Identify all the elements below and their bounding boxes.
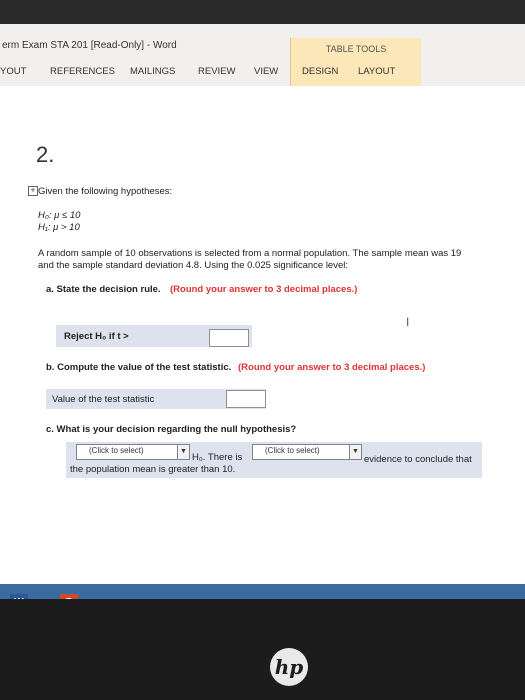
taskbar: W P	[0, 584, 525, 599]
alternative-hypothesis: H₁: μ > 10	[38, 222, 80, 233]
part-b-note: (Round your answer to 3 decimal places.)	[238, 362, 426, 373]
tab-references[interactable]: REFERENCES	[50, 66, 115, 77]
ribbon: erm Exam STA 201 [Read-Only] - Word TABL…	[0, 24, 525, 86]
null-hypothesis: H₀: μ ≤ 10	[38, 210, 81, 221]
evidence-select-value: (Click to select)	[265, 446, 320, 455]
decision-select-value: (Click to select)	[89, 446, 144, 455]
monitor-top-bezel	[0, 0, 525, 24]
window-title: erm Exam STA 201 [Read-Only] - Word	[2, 40, 177, 51]
decision-select[interactable]: (Click to select) ▼	[76, 444, 190, 460]
tab-design[interactable]: DESIGN	[302, 66, 338, 77]
evidence-text: evidence to conclude that	[364, 454, 472, 465]
table-tools-group: TABLE TOOLS	[290, 38, 421, 86]
h0-there-is-text: H₀. There is	[192, 452, 243, 463]
part-a-label: a. State the decision rule.	[46, 284, 161, 295]
question-number: 2.	[36, 142, 55, 167]
chevron-down-icon: ▼	[177, 445, 189, 459]
table-move-handle-icon[interactable]: +	[28, 186, 38, 196]
part-a-note: (Round your answer to 3 decimal places.)	[170, 284, 358, 295]
screen: erm Exam STA 201 [Read-Only] - Word TABL…	[0, 24, 525, 599]
tab-layout[interactable]: LAYOUT	[358, 66, 395, 77]
tab-view[interactable]: VIEW	[254, 66, 278, 77]
problem-paragraph-line2: and the sample standard deviation 4.8. U…	[38, 260, 349, 271]
hp-logo: hp	[270, 648, 308, 686]
document-page: 2. + Given the following hypotheses: H₀:…	[0, 86, 525, 591]
intro-text: Given the following hypotheses:	[38, 186, 173, 197]
table-tools-label: TABLE TOOLS	[325, 44, 387, 54]
tab-mailings[interactable]: MAILINGS	[130, 66, 175, 77]
test-statistic-label: Value of the test statistic	[52, 394, 155, 405]
conclusion-text: the population mean is greater than 10.	[70, 464, 236, 475]
test-statistic-input[interactable]	[226, 390, 266, 408]
chevron-down-icon: ▼	[349, 445, 361, 459]
problem-paragraph-line1: A random sample of 10 observations is se…	[38, 248, 462, 259]
part-c-label: c. What is your decision regarding the n…	[46, 424, 297, 435]
tab-review[interactable]: REVIEW	[198, 66, 235, 77]
decision-rule-input[interactable]	[209, 329, 249, 347]
powerpoint-taskbar-icon[interactable]: P	[60, 594, 78, 599]
text-cursor-icon: I	[406, 315, 410, 329]
tab-layout-page[interactable]: YOUT	[0, 66, 26, 77]
word-taskbar-icon[interactable]: W	[10, 594, 28, 599]
part-b-label: b. Compute the value of the test statist…	[46, 362, 232, 373]
reject-label: Reject H₀ if t >	[64, 331, 129, 342]
evidence-select[interactable]: (Click to select) ▼	[252, 444, 362, 460]
